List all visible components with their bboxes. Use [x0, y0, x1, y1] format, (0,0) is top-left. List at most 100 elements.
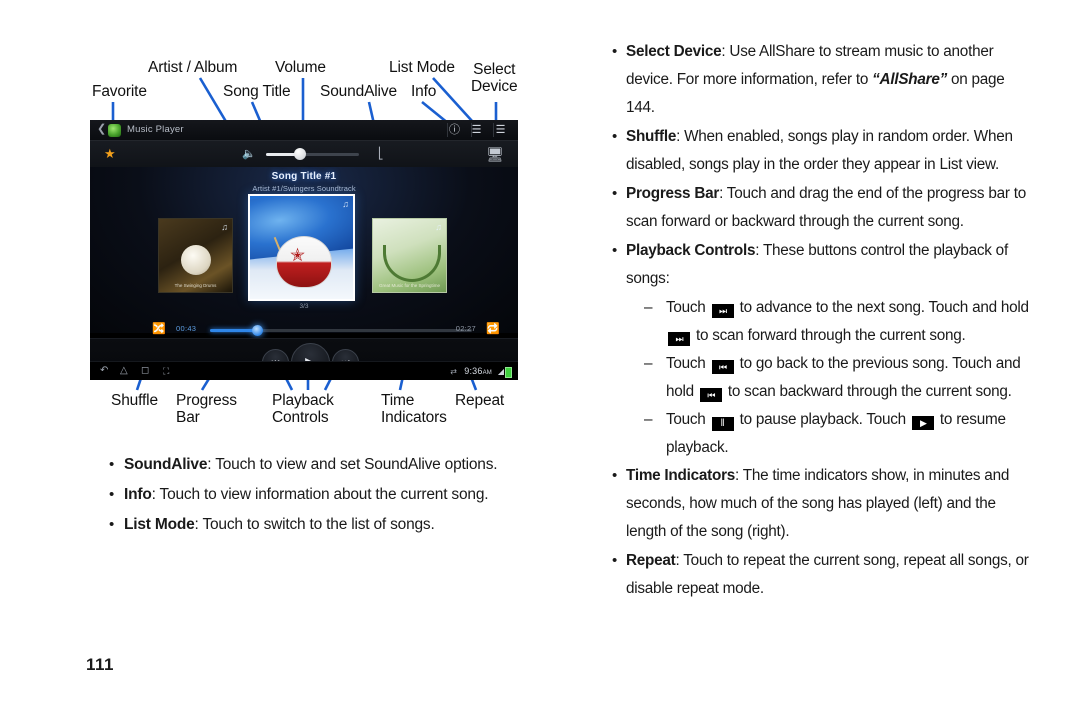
- select-device-icon[interactable]: 🖥: [486, 146, 504, 162]
- page-number: 111: [86, 655, 114, 674]
- album-art-previous[interactable]: ♫ The Swinging Drums: [158, 218, 233, 293]
- sub-text: to scan backward through the current son…: [723, 382, 1012, 400]
- app-title: Music Player: [127, 124, 184, 135]
- sub-text: to pause playback. Touch: [735, 410, 910, 428]
- album-art-next[interactable]: ♫ Great Music for the Springtime: [372, 218, 447, 293]
- system-clock: 9:36AM: [464, 365, 492, 379]
- callout-playback-controls: Playback Controls: [272, 392, 334, 426]
- sub-text: to advance to the next song. Touch and h…: [735, 298, 1029, 316]
- list-item: List Mode: Touch to switch to the list o…: [108, 510, 538, 540]
- callout-progress-bar: Progress Bar: [176, 392, 237, 426]
- wifi-icon: ◢: [497, 367, 504, 376]
- sub-item-pause-resume: Touch ‖ to pause playback. Touch ▶ to re…: [644, 406, 1032, 462]
- bullet-text: : Touch to repeat the current song, repe…: [626, 551, 1029, 597]
- bullet-text: : Touch to view and set SoundAlive optio…: [207, 456, 498, 473]
- callout-time-indicators: Time Indicators: [381, 392, 447, 426]
- song-title-text: Song Title #1: [271, 171, 337, 182]
- callout-select-device: Select Device: [471, 61, 518, 95]
- back-chevron-icon[interactable]: ❮: [97, 124, 106, 135]
- figure-column: Favorite Artist / Album Song Title Volum…: [0, 0, 560, 720]
- bullet-text: : Touch to view information about the cu…: [151, 486, 489, 504]
- clock-ampm: AM: [482, 370, 492, 376]
- bullet-term: SoundAlive: [124, 456, 208, 473]
- clock-time: 9:36: [464, 366, 483, 376]
- system-recent-apps-icon[interactable]: ◻: [141, 365, 149, 377]
- callout-artist-album: Artist / Album: [148, 59, 238, 76]
- sub-text: to scan forward through the current song…: [692, 326, 966, 344]
- list-item-select-device: Select Device: Use AllShare to stream mu…: [612, 38, 1032, 122]
- album-art-graphic: [181, 245, 211, 275]
- skip-previous-icon: ⏮: [711, 359, 734, 374]
- bullet-term: Select Device: [626, 43, 722, 60]
- play-icon: ▶: [911, 415, 934, 430]
- soundalive-equalizer-icon[interactable]: ⎣: [378, 148, 384, 161]
- elapsed-time-indicator: 00:43: [176, 324, 197, 333]
- album-art-graphic: [383, 245, 441, 282]
- total-time-indicator: 02:27: [455, 324, 476, 333]
- bullet-text: : Touch to switch to the list of songs.: [194, 516, 435, 534]
- volume-slider-knob[interactable]: [294, 148, 306, 160]
- bullet-term: Progress Bar: [626, 184, 720, 202]
- progress-bar-fill: [210, 329, 258, 332]
- list-item-repeat: Repeat: Touch to repeat the current song…: [612, 547, 1032, 603]
- album-art-current[interactable]: ✭ ♫: [248, 194, 355, 301]
- skip-next-icon: ⏭: [711, 303, 734, 318]
- sub-item-previous-song: Touch ⏮ to go back to the previous song.…: [644, 350, 1032, 406]
- callout-soundalive: SoundAlive: [320, 83, 397, 100]
- progress-bar[interactable]: [210, 325, 472, 336]
- list-item-playback-controls: Playback Controls: These buttons control…: [612, 237, 1032, 293]
- system-home-icon[interactable]: △: [120, 365, 128, 377]
- progress-bar-knob[interactable]: [252, 325, 263, 336]
- skip-previous-icon: ⏮: [699, 387, 722, 402]
- callout-song-title: Song Title: [223, 83, 291, 100]
- system-screenshot-icon[interactable]: ⛶: [163, 365, 169, 377]
- volume-slider[interactable]: [266, 148, 359, 160]
- callout-list-mode: List Mode: [389, 59, 455, 76]
- info-icon[interactable]: ⓘ: [447, 123, 462, 137]
- bullet-term: List Mode: [124, 516, 195, 534]
- bullet-term: Time Indicators: [626, 466, 736, 484]
- speaker-mute-icon[interactable]: 🔈: [242, 149, 256, 160]
- overflow-menu-icon[interactable]: ☰: [493, 123, 508, 137]
- star-icon[interactable]: ★: [104, 147, 116, 160]
- album-art-caption: The Swinging Drums: [174, 283, 217, 288]
- bullet-term: Playback Controls: [626, 241, 756, 259]
- album-art-graphic: ✭: [290, 245, 306, 265]
- shuffle-icon[interactable]: 🔀: [152, 323, 166, 336]
- bullet-term: Repeat: [626, 551, 676, 569]
- list-item-progress-bar: Progress Bar: Touch and drag the end of …: [612, 180, 1032, 236]
- bullet-text: : When enabled, songs play in random ord…: [626, 127, 1013, 173]
- skip-next-icon: ⏭: [668, 331, 690, 346]
- callout-shuffle: Shuffle: [111, 392, 158, 409]
- bullet-term: Info: [124, 486, 152, 504]
- sub-item-next-song: Touch ⏭ to advance to the next song. Tou…: [644, 294, 1032, 350]
- music-note-icon: ♫: [435, 222, 442, 232]
- artist-album-text: Artist #1/Swingers Soundtrack: [252, 184, 356, 193]
- list-item-shuffle: Shuffle: When enabled, songs play in ran…: [612, 123, 1032, 179]
- callout-volume: Volume: [275, 59, 326, 76]
- body-text-column: Select Device: Use AllShare to stream mu…: [612, 38, 1032, 604]
- cross-reference: “AllShare”: [872, 70, 948, 88]
- sync-icon: ⇄: [450, 367, 457, 376]
- music-note-icon: ♫: [221, 222, 228, 232]
- callout-info: Info: [411, 83, 437, 100]
- list-item-time-indicators: Time Indicators: The time indicators sho…: [612, 462, 1032, 546]
- bullet-term: Shuffle: [626, 127, 677, 145]
- repeat-icon[interactable]: 🔁: [486, 323, 500, 336]
- callout-favorite: Favorite: [92, 83, 147, 100]
- list-item: SoundAlive: Touch to view and set SoundA…: [108, 450, 538, 480]
- album-art-caption: Great Music for the Springtime: [378, 283, 441, 288]
- sub-text: Touch: [666, 354, 710, 372]
- left-bullet-list: SoundAlive: Touch to view and set SoundA…: [108, 450, 538, 541]
- sub-text: Touch: [666, 410, 710, 428]
- music-note-icon: ♫: [342, 199, 349, 209]
- sub-text: Touch: [666, 298, 710, 316]
- system-back-icon[interactable]: ↶: [100, 365, 108, 377]
- list-mode-icon[interactable]: ☰: [469, 123, 484, 137]
- tablet-screenshot: ❮ Music Player ⓘ ☰ ☰ ★ 🔈 ⎣ 🖥 Song Title …: [90, 120, 518, 380]
- android-system-bar: ↶ △ ◻ ⛶ ⇄ 9:36AM ◢: [90, 361, 518, 380]
- list-item: Info: Touch to view information about th…: [108, 480, 538, 510]
- callout-repeat: Repeat: [455, 392, 505, 409]
- music-player-app-icon: [108, 124, 121, 137]
- pause-icon: ‖: [711, 416, 734, 431]
